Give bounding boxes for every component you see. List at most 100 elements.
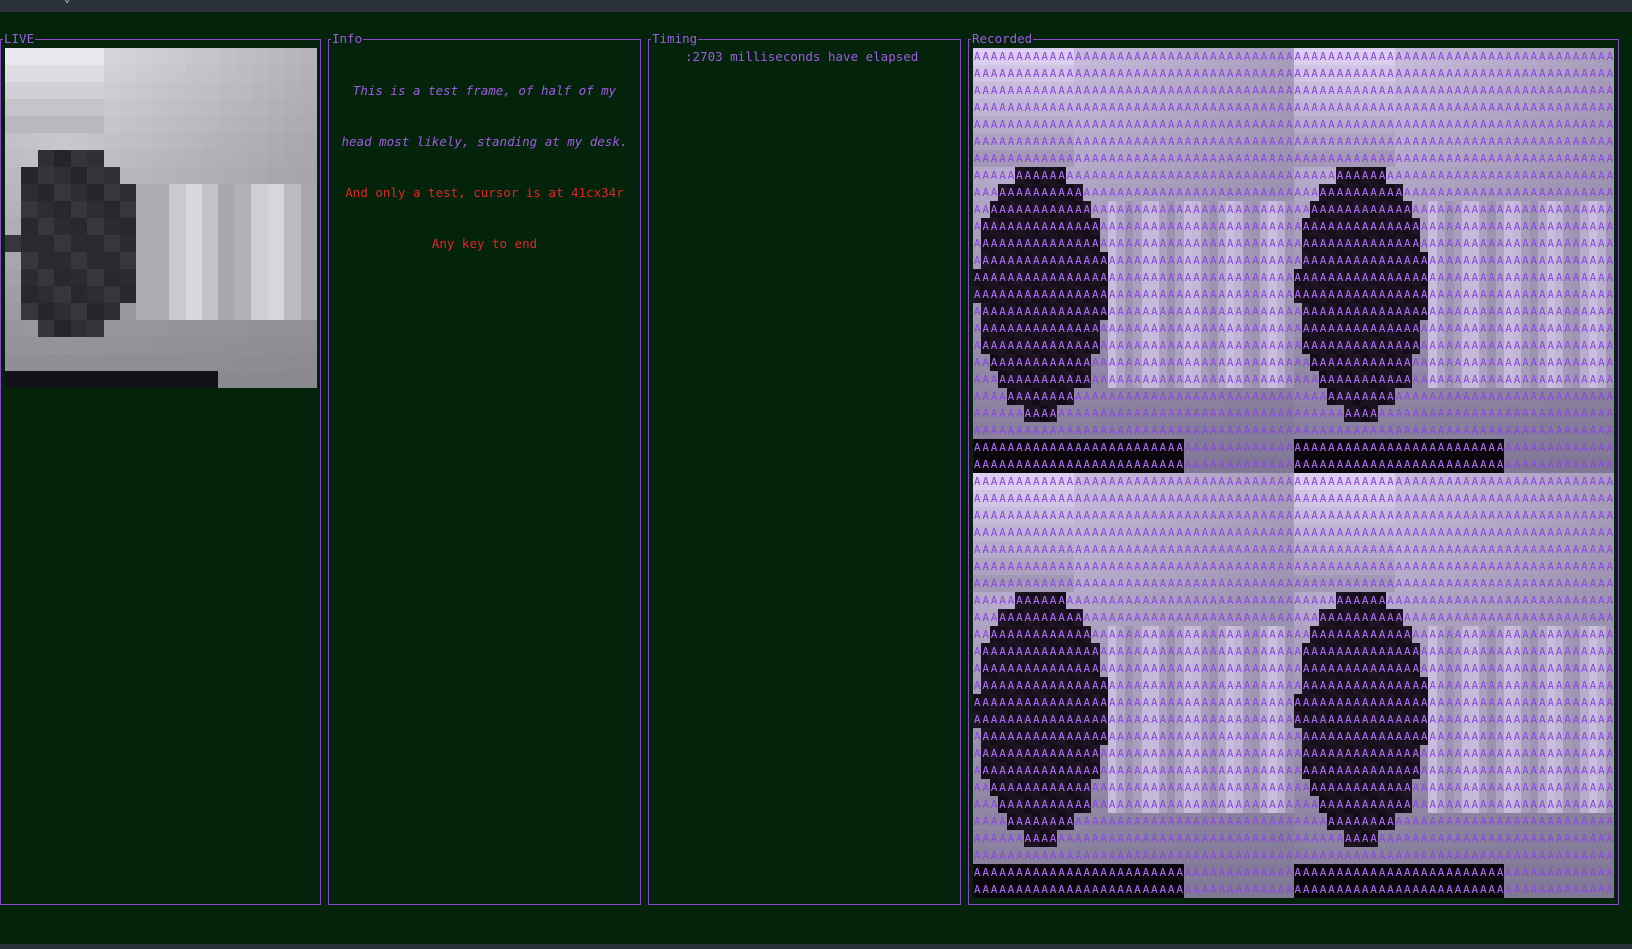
recorded-char: A <box>1420 286 1429 303</box>
recorded-char: A <box>1327 320 1336 337</box>
recorded-char: A <box>1065 167 1075 184</box>
recorded-char: A <box>1015 201 1024 218</box>
recorded-char: A <box>1445 133 1454 150</box>
live-pixel <box>136 320 153 337</box>
live-pixel <box>152 371 170 388</box>
recorded-char: A <box>1293 235 1302 252</box>
recorded-char: A <box>1141 269 1151 286</box>
recorded-char: A <box>1445 252 1454 269</box>
recorded-char: A <box>1470 473 1480 490</box>
recorded-char: A <box>1597 779 1606 796</box>
chevron-down-icon[interactable]: ⌄ <box>64 0 70 5</box>
recorded-char: A <box>1285 813 1294 830</box>
live-pixel <box>185 320 203 337</box>
recorded-char: A <box>1133 286 1142 303</box>
recorded-char: A <box>1588 643 1598 660</box>
recorded-char: A <box>1040 354 1049 371</box>
recorded-char: A <box>998 830 1007 847</box>
recorded-char: A <box>1403 354 1412 371</box>
recorded-char: A <box>1403 524 1412 541</box>
recorded-char: A <box>1445 881 1454 898</box>
recorded-char: A <box>1251 405 1260 422</box>
recorded-char: A <box>1546 48 1555 65</box>
recorded-char: A <box>1183 269 1193 286</box>
recorded-char: A <box>1597 830 1606 847</box>
recorded-char: A <box>1074 762 1083 779</box>
recorded-char: A <box>1352 320 1361 337</box>
recorded-char: A <box>1259 490 1269 507</box>
recorded-char: A <box>1512 422 1522 439</box>
recorded-char: A <box>1116 762 1125 779</box>
recorded-char: A <box>1023 422 1033 439</box>
recorded-char: A <box>1099 252 1108 269</box>
recorded-char: A <box>1183 677 1193 694</box>
recorded-char: A <box>1040 830 1049 847</box>
recorded-char: A <box>1495 133 1505 150</box>
recorded-char: A <box>1158 99 1167 116</box>
recorded-char: A <box>1183 830 1193 847</box>
recorded-char: A <box>1588 167 1598 184</box>
recorded-char: A <box>1217 677 1227 694</box>
live-pixel <box>185 133 203 150</box>
recorded-char: A <box>1048 303 1058 320</box>
recorded-char: A <box>1099 711 1108 728</box>
recorded-char: A <box>1032 167 1041 184</box>
recorded-char: A <box>1479 609 1488 626</box>
recorded-char: A <box>1285 728 1294 745</box>
recorded-char: A <box>1141 881 1151 898</box>
recorded-char: A <box>1200 99 1210 116</box>
recorded-char: A <box>1521 660 1530 677</box>
recorded-char: A <box>1226 592 1235 609</box>
recorded-char: A <box>1571 439 1581 456</box>
recorded-char: A <box>1048 167 1058 184</box>
recorded-char: A <box>1150 592 1159 609</box>
recorded-char: A <box>1563 48 1572 65</box>
live-pixel <box>284 371 301 388</box>
recorded-char: A <box>1580 320 1589 337</box>
live-pixel <box>284 99 301 116</box>
live-pixel <box>234 354 252 371</box>
recorded-char: A <box>1436 218 1446 235</box>
recorded-char: A <box>1487 422 1496 439</box>
recorded-char: A <box>1150 337 1159 354</box>
recorded-char: A <box>1554 490 1564 507</box>
recorded-char: A <box>1023 609 1033 626</box>
recorded-char: A <box>1352 167 1361 184</box>
recorded-char: A <box>1057 694 1066 711</box>
recorded-char: A <box>1571 405 1581 422</box>
recorded-char: A <box>1420 881 1429 898</box>
recorded-char: A <box>1259 303 1269 320</box>
recorded-char: A <box>1107 643 1117 660</box>
recorded-char: A <box>1588 422 1598 439</box>
recorded-char: A <box>1580 558 1589 575</box>
recorded-char: A <box>1521 167 1530 184</box>
live-pixel <box>119 150 137 167</box>
recorded-char: A <box>1352 728 1361 745</box>
recorded-char: A <box>1150 286 1159 303</box>
recorded-char: A <box>1369 65 1378 82</box>
recorded-char: A <box>1074 235 1083 252</box>
recorded-char: A <box>1217 541 1227 558</box>
recorded-char: A <box>1546 82 1555 99</box>
recorded-char: A <box>989 48 999 65</box>
recorded-char: A <box>1428 524 1437 541</box>
recorded-char: A <box>1259 269 1269 286</box>
recorded-char: A <box>1546 354 1555 371</box>
recorded-char: A <box>1023 354 1033 371</box>
recorded-char: A <box>1166 150 1176 167</box>
recorded-char: A <box>1192 388 1201 405</box>
recorded-char: A <box>1571 337 1581 354</box>
recorded-char: A <box>981 167 990 184</box>
recorded-char: A <box>1386 82 1395 99</box>
live-pixel <box>136 235 153 252</box>
recorded-char: A <box>1023 643 1033 660</box>
recorded-char: A <box>1141 643 1151 660</box>
recorded-char: A <box>1504 371 1513 388</box>
recorded-char: A <box>1251 82 1260 99</box>
recorded-char: A <box>1226 337 1235 354</box>
live-pixel <box>185 286 203 303</box>
live-pixel <box>87 286 104 303</box>
recorded-char: A <box>1495 456 1505 473</box>
recorded-char: A <box>989 473 999 490</box>
recorded-char: A <box>1293 201 1302 218</box>
